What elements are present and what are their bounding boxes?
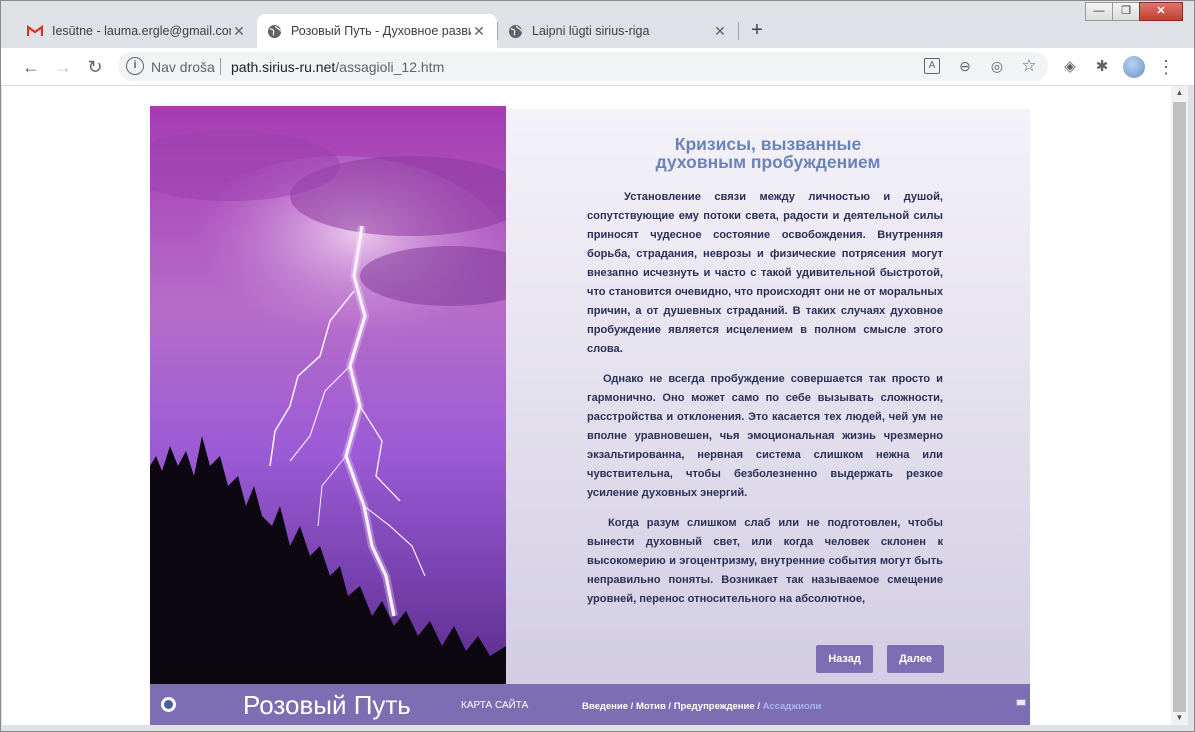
minimize-button[interactable]: — — [1085, 2, 1113, 21]
tab-sirius-riga[interactable]: Laipni lūgti sirius-riga ✕ — [498, 14, 738, 48]
forward-button[interactable]: → — [52, 56, 74, 78]
lightning-image — [150, 106, 506, 684]
back-button[interactable]: ← — [20, 56, 42, 78]
breadcrumb-separator: / — [754, 701, 763, 712]
back-page-button[interactable]: Назад — [816, 645, 873, 673]
globe-icon — [508, 24, 523, 38]
tab-close-icon[interactable]: ✕ — [712, 23, 728, 39]
page-scrollbar[interactable]: ▲ ▼ — [1171, 86, 1188, 725]
url-domain: path.sirius-ru.net — [231, 59, 336, 75]
scrollbar-thumb[interactable] — [1173, 102, 1186, 712]
profile-avatar[interactable] — [1123, 56, 1145, 78]
tab-active[interactable]: Розовый Путь - Духовное развитие ✕ — [257, 14, 497, 48]
info-icon[interactable]: i — [126, 57, 144, 75]
article-panel: Кризисы, вызванные духовным пробуждением… — [506, 109, 1030, 684]
breadcrumb-link-intro[interactable]: Введение — [582, 701, 628, 712]
bookmark-star-icon[interactable]: ☆ — [1020, 57, 1038, 75]
url-text[interactable]: path.sirius-ru.net/assagioli_12.htm — [231, 59, 444, 75]
tab-gmail[interactable]: Iesūtne - lauma.ergle@gmail.com ✕ — [17, 14, 257, 48]
next-page-button[interactable]: Далее — [887, 645, 944, 673]
omnibox-divider — [220, 58, 221, 75]
window-controls: — ❐ ✕ — [1085, 2, 1183, 21]
tab-title: Laipni lūgti sirius-riga — [532, 24, 650, 38]
lightning-photo — [150, 106, 506, 684]
browser-window: Iesūtne - lauma.ergle@gmail.com ✕ Розовы… — [0, 0, 1195, 732]
tab-separator — [738, 22, 739, 40]
tab-title: Iesūtne - lauma.ergle@gmail.com — [52, 24, 231, 38]
site-footer: Розовый Путь КАРТА САЙТА Введение / Моти… — [150, 684, 1030, 725]
globe-icon — [267, 24, 282, 38]
tab-strip: Iesūtne - lauma.ergle@gmail.com ✕ Розовы… — [1, 1, 1194, 48]
breadcrumb: Введение / Мотив / Предупреждение / Асса… — [582, 701, 821, 712]
web-page: Кризисы, вызванные духовным пробуждением… — [2, 86, 1171, 725]
article-paragraph: Однако не всегда пробуждение совершается… — [587, 373, 943, 499]
article-body: Установление связи между личностью и душ… — [587, 188, 943, 620]
tab-title: Розовый Путь - Духовное развитие — [291, 24, 471, 38]
shield-extension-icon[interactable]: ◈ — [1060, 57, 1080, 77]
menu-icon[interactable]: ⋮ — [1156, 57, 1176, 77]
url-path: /assagioli_12.htm — [335, 59, 445, 75]
mail-icon[interactable] — [1016, 699, 1026, 706]
breadcrumb-link-warning[interactable]: Предупреждение — [674, 701, 755, 712]
maximize-button[interactable]: ❐ — [1112, 2, 1140, 21]
article-paragraph: Установление связи между личностью и душ… — [587, 191, 943, 355]
breadcrumb-separator: / — [628, 701, 636, 712]
tab-close-icon[interactable]: ✕ — [471, 23, 487, 39]
address-bar[interactable]: i Nav droša path.sirius-ru.net/assagioli… — [118, 52, 1048, 81]
scroll-up-arrow-icon[interactable]: ▲ — [1171, 86, 1188, 100]
breadcrumb-link-motive[interactable]: Мотив — [636, 701, 666, 712]
page-title-line1: Кризисы, вызванные — [674, 134, 862, 154]
page-title-line2: духовным пробуждением — [655, 152, 881, 172]
tab-close-icon[interactable]: ✕ — [231, 23, 247, 39]
breadcrumb-separator: / — [665, 701, 674, 712]
page-title: Кризисы, вызванные духовным пробуждением — [506, 135, 1030, 171]
globe-icon[interactable] — [161, 697, 176, 712]
security-label[interactable]: Nav droša — [151, 59, 215, 75]
article-paragraph: Когда разум слишком слаб или не подготов… — [587, 517, 943, 605]
extensions-icon[interactable]: ✱ — [1092, 57, 1112, 77]
close-window-button[interactable]: ✕ — [1139, 2, 1183, 21]
sitemap-link[interactable]: КАРТА САЙТА — [461, 700, 528, 711]
new-tab-button[interactable]: + — [746, 20, 768, 42]
zoom-icon[interactable]: ⊖ — [956, 57, 974, 75]
breadcrumb-current[interactable]: Ассаджиоли — [763, 701, 822, 712]
page-container: Кризисы, вызванные духовным пробуждением… — [150, 106, 1030, 684]
translate-icon[interactable]: A — [924, 58, 940, 74]
visibility-off-icon[interactable]: ◎ — [988, 57, 1006, 75]
reload-button[interactable]: ↻ — [84, 56, 106, 78]
gmail-icon — [27, 25, 43, 36]
site-brand[interactable]: Розовый Путь — [243, 690, 411, 721]
browser-toolbar: ← → ↻ i Nav droša path.sirius-ru.net/ass… — [1, 48, 1194, 86]
scroll-down-arrow-icon[interactable]: ▼ — [1171, 711, 1188, 725]
